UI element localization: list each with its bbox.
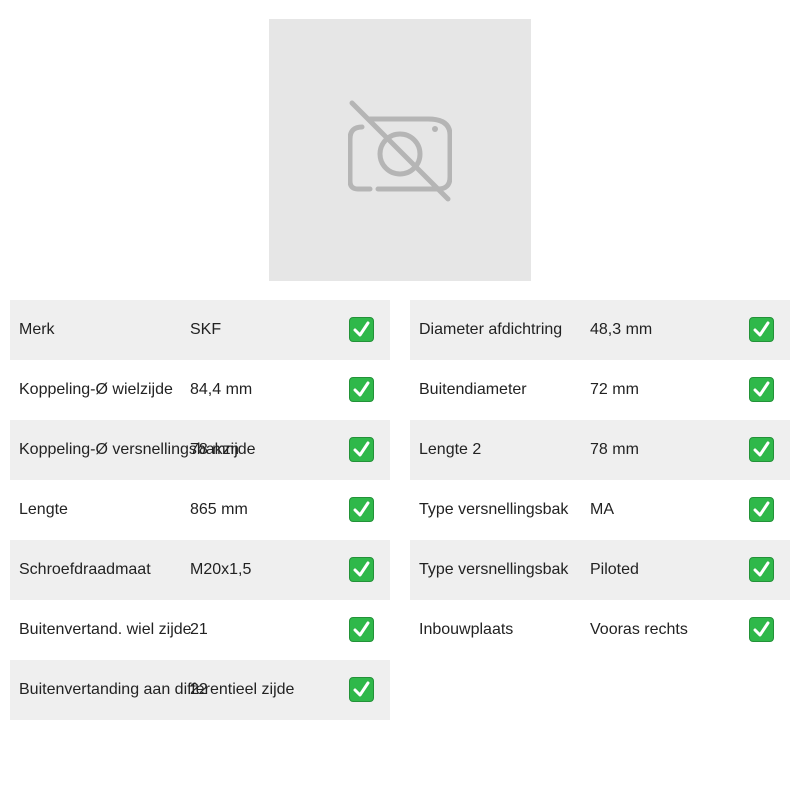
check-mark-icon — [349, 377, 374, 402]
product-image-placeholder — [269, 19, 531, 281]
spec-value: 21 — [190, 621, 208, 638]
spec-row: Type versnellingsbak Piloted — [410, 540, 790, 600]
check-mark-icon — [349, 317, 374, 342]
spec-label: Buitendiameter — [419, 381, 527, 398]
spec-label: Schroefdraadmaat — [19, 561, 151, 578]
specs-table-left: Merk SKF Koppeling-Ø wielzijde 84,4 mm K… — [10, 300, 390, 720]
spec-row: Lengte 865 mm — [10, 480, 390, 540]
spec-value: Vooras rechts — [590, 621, 688, 638]
spec-label: Merk — [19, 321, 55, 338]
check-mark-icon — [349, 617, 374, 642]
spec-label: Lengte 2 — [419, 441, 482, 458]
spec-row: Koppeling-Ø wielzijde 84,4 mm — [10, 360, 390, 420]
spec-value: 78 mm — [190, 441, 239, 458]
check-mark-icon — [349, 437, 374, 462]
spec-row: Buitenvertanding aan differentieel zijde… — [10, 660, 390, 720]
spec-row: Merk SKF — [10, 300, 390, 360]
spec-row: Koppeling-Ø versnellingsbakzijde 78 mm — [10, 420, 390, 480]
spec-value: M20x1,5 — [190, 561, 252, 578]
spec-row: Diameter afdichtring 48,3 mm — [410, 300, 790, 360]
check-mark-icon — [349, 557, 374, 582]
specs-table-right: Diameter afdichtring 48,3 mm Buitendiame… — [410, 300, 790, 660]
spec-value: 72 mm — [590, 381, 639, 398]
spec-label: Inbouwplaats — [419, 621, 514, 638]
spec-row: Schroefdraadmaat M20x1,5 — [10, 540, 390, 600]
spec-label: Buitenvertand. wiel zijde — [19, 621, 192, 638]
check-mark-icon — [749, 617, 774, 642]
spec-row: Type versnellingsbak MA — [410, 480, 790, 540]
spec-row: Lengte 2 78 mm — [410, 420, 790, 480]
check-mark-icon — [749, 497, 774, 522]
spec-value: 84,4 mm — [190, 381, 253, 398]
spec-value: MA — [590, 501, 614, 518]
spec-label: Diameter afdichtring — [419, 321, 563, 338]
spec-row: Buitendiameter 72 mm — [410, 360, 790, 420]
spec-label: Type versnellingsbak — [419, 561, 569, 578]
spec-value: 22 — [190, 681, 208, 698]
spec-row: Inbouwplaats Vooras rechts — [410, 600, 790, 660]
spec-label: Lengte — [19, 501, 68, 518]
spec-value: 48,3 mm — [590, 321, 653, 338]
check-mark-icon — [749, 317, 774, 342]
spec-label: Type versnellingsbak — [419, 501, 569, 518]
spec-value: 78 mm — [590, 441, 639, 458]
spec-value: 865 mm — [190, 501, 248, 518]
spec-label: Koppeling-Ø wielzijde — [19, 381, 173, 398]
spec-row: Buitenvertand. wiel zijde 21 — [10, 600, 390, 660]
check-mark-icon — [349, 677, 374, 702]
check-mark-icon — [749, 557, 774, 582]
spec-value: SKF — [190, 321, 222, 338]
spec-value: Piloted — [590, 561, 639, 578]
check-mark-icon — [749, 437, 774, 462]
no-camera-icon — [348, 100, 452, 202]
check-mark-icon — [349, 497, 374, 522]
spec-label: Buitenvertanding aan differentieel zijde — [19, 681, 295, 698]
check-mark-icon — [749, 377, 774, 402]
